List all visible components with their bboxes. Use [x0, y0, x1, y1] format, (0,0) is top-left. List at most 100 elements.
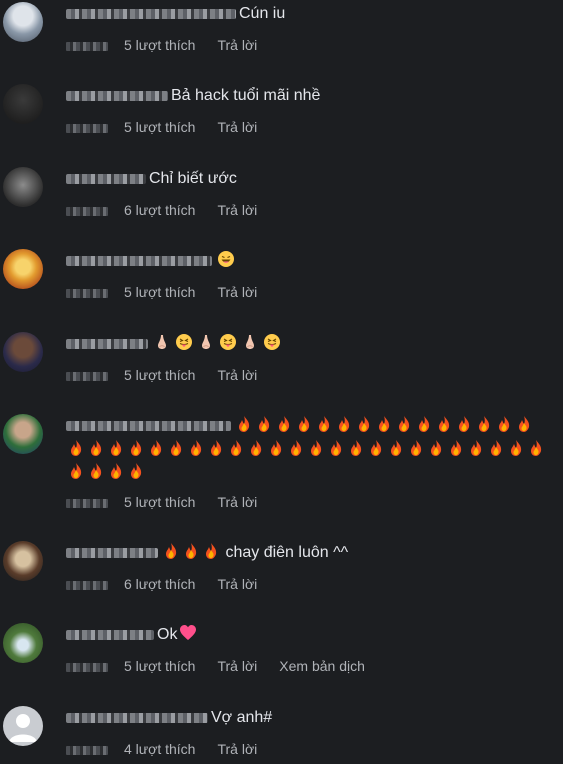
fire-emoji-icon — [430, 440, 442, 456]
avatar[interactable] — [3, 541, 43, 581]
comment-text: Chỉ biết ước — [66, 167, 549, 191]
commenter-name[interactable] — [66, 547, 158, 558]
avatar[interactable] — [3, 84, 43, 124]
avatar[interactable] — [3, 249, 43, 289]
comment-actions: 6 lượt thích Trả lời — [66, 201, 257, 219]
fire-emoji-icon — [338, 416, 350, 432]
tongue-emoji-icon — [264, 334, 280, 350]
heart-emoji-icon — [180, 625, 196, 641]
nose-emoji-icon — [242, 334, 258, 350]
reply-link[interactable]: Trả lời — [217, 119, 257, 135]
commenter-name[interactable] — [66, 90, 168, 101]
comment-actions: 5 lượt thích Trả lời Xem bản dịch — [66, 657, 365, 675]
likes-count[interactable]: 5 lượt thích — [124, 284, 195, 300]
reply-link[interactable]: Trả lời — [217, 37, 257, 53]
fire-emoji-icon — [450, 440, 462, 456]
fire-emoji-icon — [90, 440, 102, 456]
commenter-name[interactable] — [66, 712, 208, 723]
fire-emoji-icon — [398, 416, 410, 432]
comment-text: Cún iu — [66, 2, 549, 26]
fire-emoji-icon — [370, 440, 382, 456]
fire-emoji-icon — [390, 440, 402, 456]
fire-emoji-icon — [185, 543, 197, 559]
avatar[interactable] — [3, 332, 43, 372]
timestamp[interactable] — [66, 580, 108, 590]
fire-emoji-icon — [458, 416, 470, 432]
reply-link[interactable]: Trả lời — [217, 202, 257, 218]
commenter-name[interactable] — [66, 8, 236, 19]
fire-emoji-icon — [70, 463, 82, 479]
timestamp[interactable] — [66, 662, 108, 672]
fire-emoji-icon — [150, 440, 162, 456]
avatar[interactable] — [3, 623, 43, 663]
fire-emoji-icon — [250, 440, 262, 456]
comment-actions: 6 lượt thích Trả lời — [66, 575, 257, 593]
fire-emoji-icon — [470, 440, 482, 456]
reply-link[interactable]: Trả lời — [217, 367, 257, 383]
fire-emoji-icon — [438, 416, 450, 432]
fire-emoji-icon — [210, 440, 222, 456]
commenter-name[interactable] — [66, 255, 212, 266]
laughing-emoji-icon — [218, 251, 234, 267]
likes-count[interactable]: 5 lượt thích — [124, 658, 195, 674]
likes-count[interactable]: 5 lượt thích — [124, 367, 195, 383]
comment-text: Ok — [66, 623, 549, 647]
timestamp[interactable] — [66, 41, 108, 51]
commenter-name[interactable] — [66, 173, 146, 184]
reply-link[interactable]: Trả lời — [217, 494, 257, 510]
fire-emoji-icon — [530, 440, 542, 456]
fire-emoji-icon — [330, 440, 342, 456]
tongue-emoji-icon — [176, 334, 192, 350]
fire-emoji-icon — [190, 440, 202, 456]
likes-count[interactable]: 6 lượt thích — [124, 202, 195, 218]
likes-count[interactable]: 5 lượt thích — [124, 37, 195, 53]
likes-count[interactable]: 4 lượt thích — [124, 741, 195, 757]
fire-emoji-icon — [130, 463, 142, 479]
comment-text — [66, 332, 549, 356]
reply-link[interactable]: Trả lời — [217, 576, 257, 592]
fire-emoji-icon — [270, 440, 282, 456]
see-translation-link[interactable]: Xem bản dịch — [279, 658, 365, 674]
fire-emoji-icon — [70, 440, 82, 456]
fire-emoji-icon — [165, 543, 177, 559]
avatar[interactable] — [3, 2, 43, 42]
commenter-name[interactable] — [66, 338, 148, 349]
reply-link[interactable]: Trả lời — [217, 741, 257, 757]
default-avatar-icon[interactable] — [3, 706, 43, 746]
timestamp[interactable] — [66, 745, 108, 755]
fire-emoji-icon — [90, 463, 102, 479]
fire-emoji-icon — [378, 416, 390, 432]
fire-emoji-icon — [498, 416, 510, 432]
comment-text — [66, 249, 549, 273]
fire-emoji-icon — [518, 416, 530, 432]
nose-emoji-icon — [198, 334, 214, 350]
timestamp[interactable] — [66, 123, 108, 133]
likes-count[interactable]: 6 lượt thích — [124, 576, 195, 592]
timestamp[interactable] — [66, 498, 108, 508]
fire-emoji-icon — [130, 440, 142, 456]
comment-actions: 5 lượt thích Trả lời — [66, 36, 257, 54]
comment-text: Bả hack tuổi mãi nhề — [66, 84, 549, 108]
fire-emoji-icon — [110, 440, 122, 456]
likes-count[interactable]: 5 lượt thích — [124, 494, 195, 510]
tongue-emoji-icon — [220, 334, 236, 350]
reply-link[interactable]: Trả lời — [217, 284, 257, 300]
fire-emoji-icon — [238, 416, 250, 432]
avatar[interactable] — [3, 414, 43, 454]
reply-link[interactable]: Trả lời — [217, 658, 257, 674]
likes-count[interactable]: 5 lượt thích — [124, 119, 195, 135]
comment-actions: 4 lượt thích Trả lời — [66, 740, 257, 758]
fire-emoji-icon — [310, 440, 322, 456]
commenter-name[interactable] — [66, 420, 231, 431]
timestamp[interactable] — [66, 371, 108, 381]
fire-emoji-icon — [478, 416, 490, 432]
avatar[interactable] — [3, 167, 43, 207]
comment-text — [66, 414, 549, 485]
timestamp[interactable] — [66, 288, 108, 298]
fire-emoji-icon — [318, 416, 330, 432]
commenter-name[interactable] — [66, 629, 154, 640]
timestamp[interactable] — [66, 206, 108, 216]
comment-actions: 5 lượt thích Trả lời — [66, 493, 257, 511]
fire-emoji-icon — [170, 440, 182, 456]
fire-emoji-icon — [258, 416, 270, 432]
